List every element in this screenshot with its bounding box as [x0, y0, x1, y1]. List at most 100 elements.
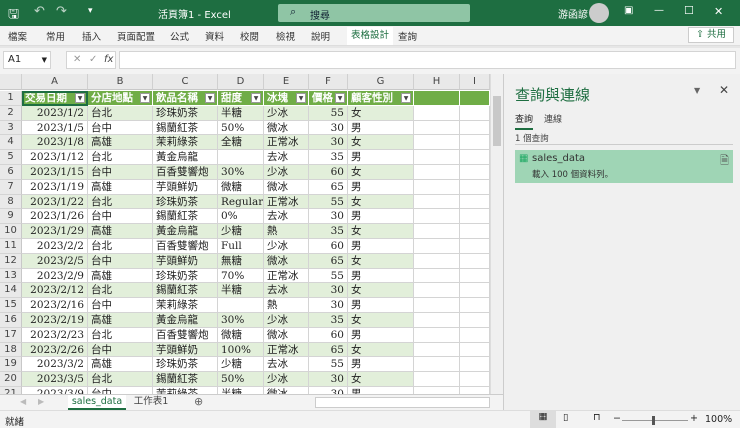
cell[interactable]: 百香雙響炮 — [153, 239, 218, 254]
cell[interactable] — [414, 179, 460, 195]
cell[interactable]: 2023/2/5 — [22, 253, 88, 269]
cell[interactable]: 台北 — [88, 372, 153, 387]
cell[interactable]: 男 — [348, 209, 414, 225]
cell[interactable]: 百香雙響炮 — [153, 327, 218, 343]
cell[interactable]: 男 — [348, 268, 414, 284]
cell[interactable]: 高雄 — [88, 268, 153, 284]
cell[interactable]: 高雄 — [88, 224, 153, 239]
cell[interactable]: 55 — [309, 105, 348, 121]
table-header-cell[interactable]: 飲品名稱 ▼ — [153, 91, 218, 106]
zoom-in-button[interactable]: + — [690, 413, 698, 424]
cell[interactable]: 台北 — [88, 150, 153, 165]
cell[interactable]: 微糖 — [218, 179, 264, 195]
cell[interactable]: 黃金烏龍 — [153, 224, 218, 239]
cell[interactable]: 50% — [218, 372, 264, 387]
column-header[interactable]: F — [309, 74, 348, 90]
cell[interactable] — [460, 298, 490, 313]
cell[interactable]: 2023/1/12 — [22, 150, 88, 165]
cell[interactable]: 2023/1/5 — [22, 120, 88, 136]
cell[interactable] — [460, 194, 490, 210]
table-header-cell[interactable]: 冰塊 ▼ — [264, 91, 309, 106]
cell[interactable]: 30 — [309, 209, 348, 225]
row-number[interactable]: 2 — [0, 105, 22, 121]
cell[interactable] — [414, 194, 460, 210]
cell[interactable]: 高雄 — [88, 179, 153, 195]
column-header[interactable]: C — [153, 74, 218, 90]
cell[interactable]: 台北 — [88, 194, 153, 210]
cell[interactable]: 女 — [348, 135, 414, 151]
ribbon-display-icon[interactable]: ▣ — [624, 5, 633, 16]
cell[interactable]: 高雄 — [88, 357, 153, 373]
ribbon-tab[interactable]: 說明 — [311, 29, 330, 43]
cell[interactable] — [460, 105, 490, 121]
scroll-left-icon[interactable]: ◀ — [20, 397, 26, 406]
cell[interactable]: 女 — [348, 342, 414, 358]
cell[interactable]: 30 — [309, 135, 348, 151]
pane-options-icon[interactable]: ▼ — [694, 86, 700, 95]
cell[interactable]: 黃金烏龍 — [153, 313, 218, 328]
cell[interactable] — [414, 150, 460, 165]
cell[interactable]: 微冰 — [264, 120, 309, 136]
cell[interactable] — [414, 372, 460, 387]
cell[interactable]: 女 — [348, 194, 414, 210]
row-number[interactable]: 7 — [0, 179, 22, 195]
row-number[interactable]: 11 — [0, 239, 22, 254]
cell[interactable]: 35 — [309, 150, 348, 165]
cell[interactable] — [414, 91, 460, 106]
column-header[interactable]: B — [88, 74, 153, 90]
cell[interactable] — [414, 224, 460, 239]
cell[interactable]: 65 — [309, 253, 348, 269]
cancel-icon[interactable]: ✕ — [73, 54, 81, 65]
cell[interactable]: 男 — [348, 387, 414, 394]
cell[interactable]: 芋頭鮮奶 — [153, 179, 218, 195]
filter-dropdown-icon[interactable]: ▼ — [251, 93, 261, 103]
cell[interactable]: 女 — [348, 313, 414, 328]
cell[interactable] — [414, 165, 460, 180]
ribbon-tab[interactable]: 檢視 — [276, 29, 295, 43]
cell[interactable]: 少冰 — [264, 239, 309, 254]
cell[interactable] — [460, 135, 490, 151]
filter-dropdown-icon[interactable]: ▼ — [335, 93, 345, 103]
cell[interactable]: 高雄 — [88, 313, 153, 328]
document-icon[interactable]: 🗎 — [720, 152, 729, 171]
cell[interactable]: 微糖 — [218, 327, 264, 343]
cell[interactable] — [414, 253, 460, 269]
row-number[interactable]: 19 — [0, 357, 22, 373]
sheet-tab-sheet1[interactable]: 工作表1 — [130, 395, 172, 409]
cell[interactable] — [460, 120, 490, 136]
cell[interactable] — [460, 224, 490, 239]
cell[interactable]: 女 — [348, 224, 414, 239]
ribbon-tab[interactable]: 資料 — [205, 29, 224, 43]
cell[interactable]: 少冰 — [264, 313, 309, 328]
sheet-tab-sales-data[interactable]: sales_data — [68, 395, 126, 410]
cell[interactable] — [460, 387, 490, 394]
cell[interactable]: 全糖 — [218, 135, 264, 151]
cell[interactable]: 微冰 — [264, 387, 309, 394]
cell[interactable] — [460, 372, 490, 387]
row-number[interactable]: 10 — [0, 224, 22, 239]
cell[interactable] — [218, 298, 264, 313]
cell[interactable]: 正常冰 — [264, 194, 309, 210]
cell[interactable]: 男 — [348, 327, 414, 343]
cell[interactable]: 2023/2/19 — [22, 313, 88, 328]
cell[interactable]: 錫蘭紅茶 — [153, 283, 218, 299]
cell[interactable]: 少糖 — [218, 357, 264, 373]
cell[interactable]: 60 — [309, 327, 348, 343]
cell[interactable] — [460, 253, 490, 269]
normal-view-icon[interactable]: ▦ — [530, 411, 556, 428]
cell[interactable]: 2023/2/2 — [22, 239, 88, 254]
row-number[interactable]: 13 — [0, 268, 22, 284]
cell[interactable] — [414, 209, 460, 225]
cell[interactable]: 台中 — [88, 387, 153, 394]
cell[interactable]: 30% — [218, 165, 264, 180]
cell[interactable]: 台中 — [88, 342, 153, 358]
cell[interactable]: 微冰 — [264, 253, 309, 269]
cell[interactable]: 30 — [309, 120, 348, 136]
cell[interactable] — [414, 313, 460, 328]
row-number[interactable]: 20 — [0, 372, 22, 387]
cell[interactable]: 台北 — [88, 239, 153, 254]
filter-dropdown-icon[interactable]: ▼ — [401, 93, 411, 103]
page-break-icon[interactable]: ⊓ — [593, 412, 600, 423]
cell[interactable]: 30 — [309, 283, 348, 299]
cell[interactable]: 正常冰 — [264, 135, 309, 151]
